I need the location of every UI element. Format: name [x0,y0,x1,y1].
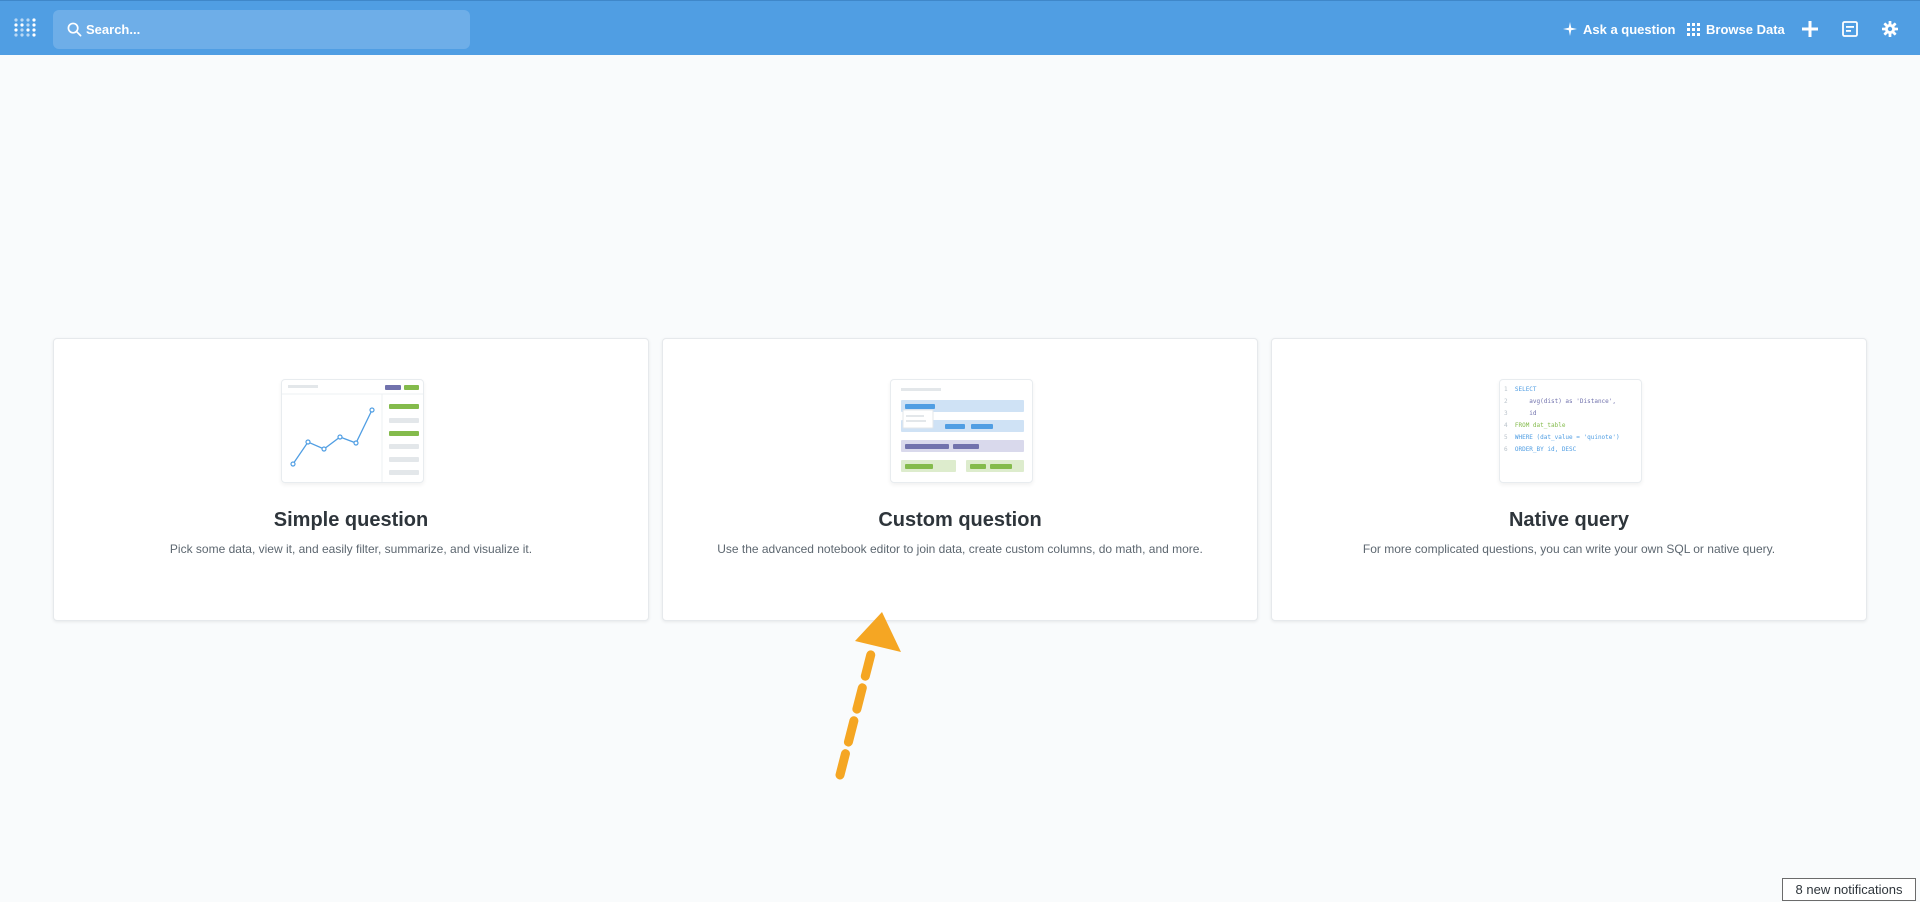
line-number: 5 [1504,434,1508,441]
bookmark-icon [1842,21,1858,37]
search-icon [67,22,82,37]
code-text: FROM dat_table [1514,422,1566,429]
activity-button[interactable] [1838,17,1862,41]
settings-button[interactable] [1878,17,1902,41]
custom-question-card[interactable]: Custom question Use the advanced noteboo… [662,338,1258,621]
browse-data-button[interactable]: Browse Data [1687,18,1785,40]
grid-icon [1687,22,1700,36]
plus-icon [1802,21,1818,37]
line-number: 6 [1504,446,1508,453]
line-number: 1 [1504,386,1508,393]
simple-question-illustration [281,379,424,483]
code-text: id [1514,410,1537,417]
card-title: Native query [1508,509,1630,531]
code-text: WHERE (dat_value = 'quinote') [1514,434,1620,441]
line-number: 2 [1504,398,1508,405]
card-description: Pick some data, view it, and easily filt… [169,542,533,556]
card-description: Use the advanced notebook editor to join… [717,542,1203,556]
card-title: Custom question [878,509,1042,531]
native-query-card[interactable]: 1 SELECT 2 avg(dist) as 'Distance', 3 id… [1271,338,1867,621]
search-input[interactable] [86,10,456,49]
native-query-illustration: 1 SELECT 2 avg(dist) as 'Distance', 3 id… [1499,379,1642,483]
ask-question-label: Ask a question [1583,21,1676,37]
line-number: 3 [1504,410,1508,417]
card-description: For more complicated questions, you can … [1362,542,1776,556]
top-navbar: Ask a question Browse Data [0,0,1920,55]
notifications-indicator[interactable]: 8 new notifications [1782,878,1916,901]
simple-question-card[interactable]: Simple question Pick some data, view it,… [53,338,649,621]
code-text: SELECT [1514,386,1537,393]
annotation-arrow-icon [835,612,901,780]
card-title: Simple question [273,509,429,531]
line-number: 4 [1504,422,1508,429]
sparkle-icon [1563,22,1577,36]
search-bar[interactable] [53,10,470,49]
new-button[interactable] [1798,17,1822,41]
custom-question-illustration [890,379,1033,483]
metabase-logo-icon[interactable] [14,18,38,38]
gear-icon [1882,21,1898,37]
code-text: ORDER_BY id, DESC [1514,446,1577,453]
browse-data-label: Browse Data [1706,21,1785,37]
ask-question-button[interactable]: Ask a question [1563,18,1675,40]
code-text: avg(dist) as 'Distance', [1514,398,1617,405]
